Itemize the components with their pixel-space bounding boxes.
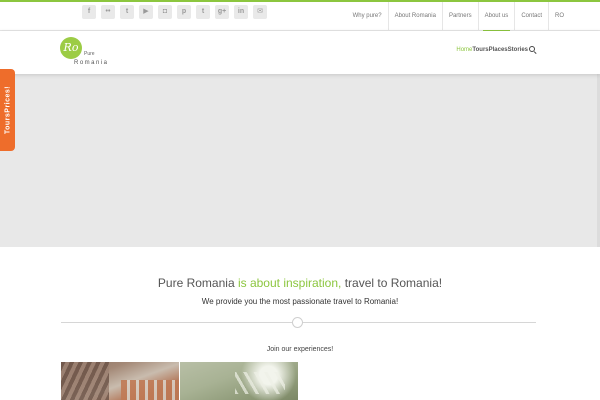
pinterest-icon[interactable]: p [177,5,191,19]
intro-subline: We provide you the most passionate trave… [201,297,399,306]
tours-prices-label: ToursPrices! [4,85,11,135]
instagram-icon[interactable]: ◘ [158,5,172,19]
join-experiences-text: Join our experiences! [266,346,334,353]
nav-tours[interactable]: Tours [472,47,488,53]
page: f •• t ▶ ◘ p t g+ in ✉ Why pure? About R… [0,0,600,400]
experience-photo-nature[interactable] [180,362,298,400]
divider-circle [292,317,303,328]
intro-headline: Pure Romania is about inspiration, trave… [0,276,600,290]
main-nav: Home Tours Places Stories [456,46,536,53]
nav-stories[interactable]: Stories [508,47,528,53]
headline-part-2: travel to Romania! [341,276,443,290]
google-plus-icon[interactable]: g+ [215,5,229,19]
top-nav: Why pure? About Romania Partners About u… [347,2,570,32]
mail-icon[interactable]: ✉ [253,5,267,19]
logo-pure-text: Pure [84,51,95,57]
topnav-why-pure[interactable]: Why pure? [347,2,388,31]
hero-slider [0,74,597,247]
logo-mark: Ro [60,37,82,59]
main-header: Ro Pure Romania Home Tours Places Storie… [0,31,600,74]
top-bar: f •• t ▶ ◘ p t g+ in ✉ Why pure? About R… [0,2,600,32]
topnav-contact[interactable]: Contact [514,2,548,31]
tumblr-icon[interactable]: t [196,5,210,19]
nav-home[interactable]: Home [456,47,472,53]
social-links: f •• t ▶ ◘ p t g+ in ✉ [82,5,267,19]
linkedin-icon[interactable]: in [234,5,248,19]
youtube-icon[interactable]: ▶ [139,5,153,19]
topnav-about-us[interactable]: About us [477,2,515,32]
tours-prices-tab[interactable]: ToursPrices! [0,69,15,151]
headline-highlight: is about inspiration, [237,276,342,290]
headline-part-1: Pure Romania [157,276,238,290]
logo-name-text: Romania [74,60,109,66]
topnav-partners[interactable]: Partners [441,2,478,31]
search-icon[interactable] [529,46,536,53]
facebook-icon[interactable]: f [82,5,96,19]
twitter-icon[interactable]: t [120,5,134,19]
topnav-about-romania[interactable]: About Romania [387,2,442,31]
experience-photo-rooftops[interactable] [61,362,179,400]
nav-places[interactable]: Places [489,47,508,53]
site-logo[interactable]: Ro Pure Romania [60,37,120,69]
language-switch[interactable]: RO [548,2,570,31]
flickr-icon[interactable]: •• [101,5,115,19]
